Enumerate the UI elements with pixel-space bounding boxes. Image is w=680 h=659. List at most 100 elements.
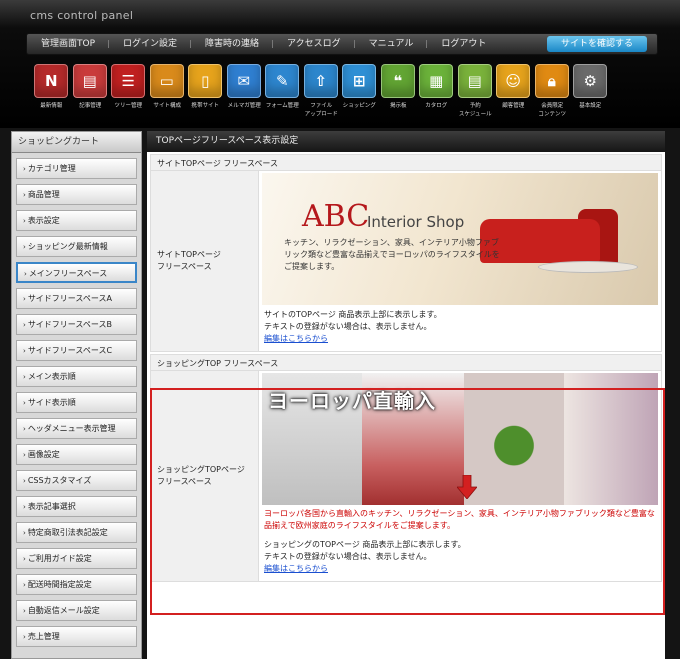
nav-item-manual[interactable]: マニュアル [355,33,428,55]
arrow-right-icon: › [23,191,26,199]
arrow-right-icon: › [23,295,26,303]
sidebar-item-products[interactable]: › 商品管理 [16,184,137,205]
article-icon: ▤ [72,64,107,98]
function-toolbar: N 最新情報 ▤ 記事管理 ☰ ツリー管理 ▭ サイト構成 ▯ 携帯サイト ✉ メルマガ管理… [32,64,610,119]
sidebar-item-commerce-law[interactable]: › 特定商取引法表記設定 [16,522,137,543]
sidebar-item-main-order[interactable]: › メイン表示順 [16,366,137,387]
arrow-right-icon: › [23,477,26,485]
sidebar-item-guide[interactable]: › ご利用ガイド設定 [16,548,137,569]
customer-icon: ☺ [496,64,531,98]
arrow-right-icon: › [23,347,26,355]
arrow-right-icon: › [23,217,26,225]
sidebar-item-css-customize[interactable]: › CSSカスタマイズ [16,470,137,491]
side-table-image [538,261,638,273]
arrow-right-icon: › [23,633,26,641]
gear-icon: ⚙ [573,64,608,98]
sidebar-item-side-free-space-c[interactable]: › サイドフリースペースC [16,340,137,361]
sidebar-item-category[interactable]: › カテゴリ管理 [16,158,137,179]
top-nav: 管理画面TOP ログイン設定 障害時の連絡 アクセスログ マニュアル ログアウト… [26,33,658,55]
arrow-right-icon: › [23,425,26,433]
toolbar-item-news[interactable]: N 最新情報 [32,64,71,119]
shopping-free-space-text: ヨーロッパ各国から直輸入のキッチン、リラクゼーション、家具、インテリア小物ファブ… [264,509,655,530]
sidebar: ショッピングカート › カテゴリ管理 › 商品管理 › 表示設定 › ショッピング最新情… [11,131,142,659]
board-icon: ❝ [380,64,415,98]
nav-item-logout[interactable]: ログアウト [427,33,500,55]
sidebar-item-side-free-space-b[interactable]: › サイドフリースペースB [16,314,137,335]
monitor-icon: ▭ [149,64,184,98]
toolbar-item-mobile-site[interactable]: ▯ 携帯サイト [186,64,225,119]
site-note: サイトのTOPページ 商品表示上部に表示します。 テキストの登録がない場合は、表… [262,305,658,349]
plant-bowl-image [464,373,564,505]
toolbar-item-articles[interactable]: ▤ 記事管理 [71,64,110,119]
vase-image [564,373,658,505]
sidebar-item-side-free-space-a[interactable]: › サイドフリースペースA [16,288,137,309]
app-title: cms control panel [30,9,134,22]
arrow-right-icon: › [23,451,26,459]
sidebar-item-delivery-time[interactable]: › 配送時間指定設定 [16,574,137,595]
arrow-right-icon: › [23,165,26,173]
arrow-right-icon: › [23,373,26,381]
toolbar-item-file-upload[interactable]: ⇧ ファイル アップロード [302,64,341,119]
upload-icon: ⇧ [303,64,338,98]
sidebar-item-auto-reply[interactable]: › 自動返信メール設定 [16,600,137,621]
arrow-right-icon: › [23,399,26,407]
page-title: TOPページフリースペース表示設定 [147,131,665,152]
shopping-free-space-row: ショッピングTOPページ フリースペース ヨーロッパ直輸入 ヨーロッパ各国から直… [150,371,662,582]
banner-logo-shop: Interior Shop [367,213,465,231]
shopping-free-space-label: ショッピングTOPページ フリースペース [151,371,259,581]
sidebar-item-side-order[interactable]: › サイド表示順 [16,392,137,413]
view-site-button[interactable]: サイトを確認する [546,36,647,52]
toolbar-item-members[interactable]: 🔒︎ 会員限定 コンテンツ [533,64,572,119]
arrow-right-icon: › [23,581,26,589]
arrow-right-icon: › [23,321,26,329]
toolbar-item-newsletter[interactable]: ✉ メルマガ管理 [225,64,264,119]
site-free-space-row: サイトTOPページ フリースペース ABC Interior Shop キッチン… [150,171,662,352]
shopping-edit-link[interactable]: 編集はこちらから [264,563,656,575]
nav-item-access-log[interactable]: アクセスログ [273,33,355,55]
arrow-right-icon: › [23,607,26,615]
catalog-icon: ▦ [419,64,454,98]
arrow-right-icon: › [23,529,26,537]
nav-item-outage-contact[interactable]: 障害時の連絡 [191,33,274,55]
arrow-right-icon: › [23,555,26,563]
toolbar-item-shopping[interactable]: ⊞ ショッピング [340,64,379,119]
sidebar-item-main-free-space[interactable]: › メインフリースペース [16,262,137,283]
banner-logo-abc: ABC [302,199,370,234]
shopping-section-title: ショッピングTOP フリースペース [150,354,662,371]
toolbar-item-bbs[interactable]: ❝ 掲示板 [379,64,418,119]
sidebar-item-sales[interactable]: › 売上管理 [16,626,137,647]
site-free-space-label: サイトTOPページ フリースペース [151,171,259,351]
toolbar-item-tree[interactable]: ☰ ツリー管理 [109,64,148,119]
sidebar-item-header-menu[interactable]: › ヘッダメニュー表示管理 [16,418,137,439]
news-icon: N [34,64,69,98]
site-free-space-cell: ABC Interior Shop キッチン、リラクゼーション、家具、インテリア… [259,171,661,351]
arrow-right-icon: › [23,243,26,251]
toolbar-item-catalog[interactable]: ▦ カタログ [417,64,456,119]
sidebar-item-display-settings[interactable]: › 表示設定 [16,210,137,231]
toolbar-item-settings[interactable]: ⚙ 基本設定 [571,64,610,119]
schedule-icon: ▤ [457,64,492,98]
site-section-title: サイトTOPページ フリースペース [150,154,662,171]
nav-item-login-settings[interactable]: ログイン設定 [109,33,192,55]
form-icon: ✎ [265,64,300,98]
mail-icon: ✉ [226,64,261,98]
header: cms control panel 管理画面TOP ログイン設定 障害時の連絡 … [0,0,680,128]
sidebar-heading: ショッピングカート [12,132,141,153]
main-panel: TOPページフリースペース表示設定 サイトTOPページ フリースペース サイトT… [147,131,665,659]
arrow-right-icon: › [23,503,26,511]
sidebar-item-shopping-news[interactable]: › ショッピング最新情報 [16,236,137,257]
interior-shop-banner: ABC Interior Shop キッチン、リラクゼーション、家具、インテリア… [262,173,658,305]
toolbar-item-customers[interactable]: ☺ 顧客管理 [494,64,533,119]
toolbar-item-reservation[interactable]: ▤ 予約 スケジュール [456,64,495,119]
sidebar-item-article-select[interactable]: › 表示記事選択 [16,496,137,517]
sidebar-item-image-settings[interactable]: › 画像設定 [16,444,137,465]
arrow-right-icon: › [24,270,27,278]
nav-item-top[interactable]: 管理画面TOP [27,33,110,55]
toolbar-item-forms[interactable]: ✎ フォーム管理 [263,64,302,119]
tree-icon: ☰ [111,64,146,98]
lock-icon: 🔒︎ [534,64,569,98]
arrow-down-icon [457,475,477,499]
site-edit-link[interactable]: 編集はこちらから [264,333,656,345]
banner-copy: キッチン、リラクゼーション、家具、インテリア小物ファブリック類など豊富な品揃えで… [284,238,500,271]
toolbar-item-site-structure[interactable]: ▭ サイト構成 [148,64,187,119]
